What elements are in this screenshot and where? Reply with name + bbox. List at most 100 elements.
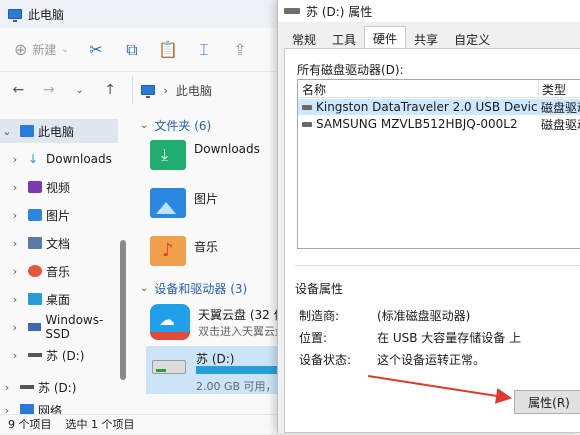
tab-sharing[interactable]: 共享	[406, 28, 446, 50]
item-count: 9 个项目	[8, 418, 52, 431]
pictures-folder-icon	[150, 188, 186, 218]
chevron-right-icon[interactable]: ›	[8, 321, 22, 334]
folder-tile-downloads[interactable]: ⤓ Downloads	[150, 140, 260, 170]
drive-type: 磁盘驱动器	[541, 117, 580, 132]
sidebar-item-videos[interactable]: › 视频	[8, 175, 126, 199]
drive-icon	[302, 104, 312, 110]
folder-tile-music[interactable]: ♪ 音乐	[150, 236, 218, 266]
sidebar-item-label: 音乐	[46, 264, 71, 279]
chevron-down-icon[interactable]: ⌄	[0, 125, 14, 138]
sidebar-item-downloads[interactable]: › ↓ Downloads	[8, 147, 126, 171]
sidebar-scrollbar[interactable]	[120, 240, 126, 380]
list-item[interactable]: Kingston DataTraveler 2.0 USB Device 磁盘驱…	[298, 99, 580, 115]
chevron-right-icon[interactable]: ›	[8, 293, 22, 306]
sidebar-item-label: 视频	[46, 180, 71, 195]
folder-tile-pictures[interactable]: 图片	[150, 188, 218, 218]
column-header-type[interactable]: 类型	[538, 81, 566, 99]
chevron-right-icon[interactable]: ›	[8, 209, 22, 222]
plus-circle-icon: ⊕	[14, 40, 28, 59]
share-icon[interactable]: ⇪	[231, 40, 249, 59]
drives-listbox[interactable]: 名称 类型 Kingston DataTraveler 2.0 USB Devi…	[297, 79, 580, 249]
hardware-tab-panel: 所有磁盘驱动器(D): 名称 类型 Kingston DataTraveler …	[284, 48, 580, 433]
back-arrow-icon[interactable]: ←	[10, 82, 27, 98]
new-button-label: 新建	[32, 43, 57, 57]
cut-icon[interactable]: ✂	[87, 40, 105, 59]
dialog-tabs: 常规 工具 硬件 共享 自定义	[284, 26, 498, 50]
device-tile-usb-drive[interactable]: 苏 (D:) 2.00 GB 可用，共 ...	[146, 346, 302, 394]
selection-count: 选中 1 个项目	[65, 418, 135, 431]
sidebar-item-label: 苏 (D:)	[46, 348, 85, 363]
sidebar-item-label: 文档	[46, 236, 71, 251]
folder-label: 图片	[194, 192, 219, 206]
sidebar-item-label: 此电脑	[38, 124, 75, 139]
chevron-right-icon[interactable]: ›	[8, 237, 22, 250]
status-bar: 9 个项目 选中 1 个项目	[0, 414, 290, 433]
tab-hardware[interactable]: 硬件	[364, 26, 407, 50]
folder-label: 音乐	[194, 240, 219, 254]
chevron-down-icon: ⌄	[140, 283, 149, 294]
navigation-bar: ← → ⌄ ↑ › 此电脑	[0, 72, 290, 108]
folders-header-label: 文件夹 (6)	[154, 119, 212, 133]
sidebar-item-label: Downloads	[46, 152, 112, 166]
sidebar-item-usb-drive[interactable]: › 苏 (D:)	[8, 343, 126, 367]
picture-icon	[28, 209, 42, 221]
drive-name: SAMSUNG MZVLB512HBJQ-000L2	[316, 117, 518, 131]
device-properties-title: 设备属性	[295, 282, 344, 296]
chevron-down-icon: ⌄	[61, 44, 69, 55]
chevron-right-icon[interactable]: ›	[8, 153, 22, 166]
sidebar-item-pictures[interactable]: › 图片	[8, 203, 126, 227]
paste-icon[interactable]: 📋	[158, 40, 178, 59]
explorer-title: 此电脑	[28, 7, 65, 22]
devices-group-header[interactable]: ⌄ 设备和驱动器 (3)	[140, 280, 247, 297]
drive-icon	[302, 121, 312, 127]
properties-button[interactable]: 属性(R)	[514, 390, 580, 414]
chevron-down-icon[interactable]: ⌄	[71, 85, 88, 96]
prop-key-location: 位置:	[299, 331, 328, 345]
navigation-pane: ⌄ 此电脑 › ↓ Downloads › 视频 › 图片 › 文档 › 音乐	[0, 114, 132, 416]
tab-general[interactable]: 常规	[284, 28, 324, 50]
sidebar-item-this-pc[interactable]: ⌄ 此电脑	[0, 119, 118, 143]
new-button[interactable]: ⊕ 新建 ⌄	[14, 40, 69, 59]
tab-tools[interactable]: 工具	[324, 28, 364, 50]
drive-name: Kingston DataTraveler 2.0 USB Device	[316, 100, 538, 114]
tab-customize[interactable]: 自定义	[446, 28, 498, 50]
music-folder-icon: ♪	[150, 236, 186, 266]
cloud-drive-icon: ☁	[150, 304, 190, 340]
chevron-right-icon[interactable]: ›	[8, 349, 22, 362]
devices-header-label: 设备和驱动器 (3)	[154, 282, 248, 296]
prop-value-manufacturer: (标准磁盘驱动器)	[377, 309, 471, 323]
usb-drive-icon	[28, 353, 42, 357]
downloads-folder-icon: ⤓	[150, 140, 186, 170]
chevron-down-icon: ⌄	[140, 120, 149, 131]
column-header-name[interactable]: 名称	[302, 81, 326, 98]
music-icon	[28, 265, 42, 277]
sidebar-item-windows-ssd[interactable]: › Windows-SSD	[8, 313, 126, 341]
chevron-right-icon[interactable]: ›	[0, 381, 14, 394]
command-bar: ⊕ 新建 ⌄ ✂ ⧉ 📋 ⌶ ⇪	[0, 28, 290, 72]
drive-icon	[27, 323, 42, 331]
list-item[interactable]: SAMSUNG MZVLB512HBJQ-000L2 磁盘驱动器	[298, 116, 580, 132]
chevron-right-icon: ›	[163, 83, 168, 97]
usb-drive-icon	[20, 385, 34, 389]
sidebar-item-label: 苏 (D:)	[38, 380, 77, 395]
sidebar-item-usb-drive-root[interactable]: › 苏 (D:)	[0, 375, 118, 399]
forward-arrow-icon[interactable]: →	[41, 82, 58, 98]
computer-icon	[20, 125, 34, 137]
sidebar-item-label: Windows-SSD	[45, 313, 104, 341]
download-icon: ↓	[28, 152, 39, 166]
chevron-right-icon[interactable]: ›	[8, 181, 22, 194]
up-arrow-icon[interactable]: ↑	[102, 82, 119, 98]
folders-group-header[interactable]: ⌄ 文件夹 (6)	[140, 117, 211, 134]
sidebar-item-music[interactable]: › 音乐	[8, 259, 126, 283]
drives-list-label: 所有磁盘驱动器(D):	[297, 63, 404, 77]
sidebar-item-documents[interactable]: › 文档	[8, 231, 126, 255]
device-label: 苏 (D:)	[196, 352, 235, 366]
sidebar-item-desktop[interactable]: › 桌面	[8, 287, 126, 311]
folder-label: Downloads	[194, 142, 260, 156]
copy-icon[interactable]: ⧉	[123, 40, 141, 59]
chevron-right-icon[interactable]: ›	[8, 265, 22, 278]
prop-key-manufacturer: 制造商:	[299, 309, 340, 323]
rename-icon[interactable]: ⌶	[195, 40, 213, 59]
address-bar[interactable]: › 此电脑	[132, 76, 290, 104]
device-tile-cloud[interactable]: ☁ 天翼云盘 (32 位) 双击进入天翼云盘	[150, 304, 294, 340]
